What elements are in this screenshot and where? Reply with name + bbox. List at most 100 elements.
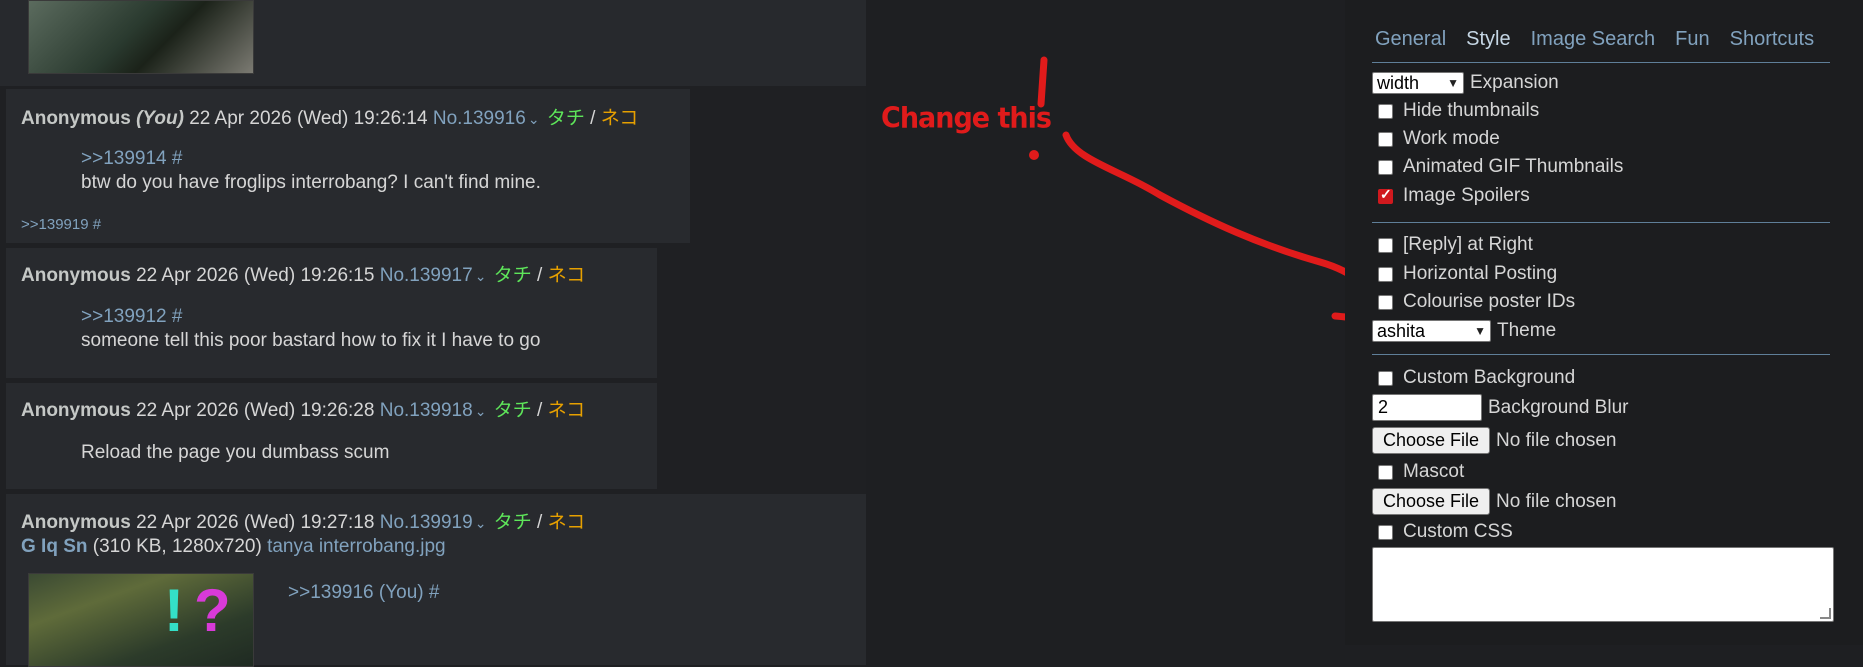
custom-background-row: Custom Background	[1372, 367, 1575, 389]
work-mode-row: Work mode	[1372, 128, 1500, 150]
settings-panel: General Style Image Search Fun Shortcuts…	[1345, 0, 1863, 645]
tachi-link[interactable]: タチ	[547, 108, 585, 129]
hide-thumbnails-checkbox[interactable]	[1378, 103, 1393, 119]
post-datetime: 22 Apr 2026 (Wed) 19:27:18	[136, 512, 375, 533]
mascot-choose-file-button[interactable]: Choose File	[1372, 488, 1491, 515]
post-datetime: 22 Apr 2026 (Wed) 19:26:15	[136, 265, 375, 286]
post-header: Anonymous 22 Apr 2026 (Wed) 19:26:28 No.…	[21, 395, 585, 422]
separator: /	[537, 400, 543, 421]
custom-background-checkbox[interactable]	[1378, 370, 1393, 386]
file-info-line: G Iq Sn (310 KB, 1280x720) tanya interro…	[21, 536, 446, 558]
tachi-link[interactable]: タチ	[494, 400, 532, 421]
poster-name: Anonymous	[21, 512, 131, 533]
neko-link[interactable]: ネコ	[548, 400, 586, 421]
settings-tabs: General Style Image Search Fun Shortcuts	[1375, 28, 1834, 51]
post-number-link[interactable]: No.139916	[433, 108, 526, 129]
divider	[1372, 222, 1830, 223]
horizontal-posting-label: Horizontal Posting	[1403, 263, 1558, 284]
work-mode-checkbox[interactable]	[1378, 131, 1393, 147]
image-spoilers-row: Image Spoilers	[1372, 185, 1530, 207]
neko-link[interactable]: ネコ	[601, 108, 639, 129]
tachi-link[interactable]: タチ	[494, 265, 532, 286]
background-choose-file-button[interactable]: Choose File	[1372, 427, 1491, 454]
mascot-checkbox[interactable]	[1378, 464, 1393, 480]
post-number-link[interactable]: No.139917	[380, 265, 473, 286]
tab-fun[interactable]: Fun	[1675, 28, 1709, 51]
post-menu-chevron-icon[interactable]: ⌄	[475, 515, 487, 531]
background-blur-input[interactable]: 2	[1372, 394, 1482, 421]
tab-shortcuts[interactable]: Shortcuts	[1730, 28, 1814, 51]
tachi-link[interactable]: タチ	[494, 512, 532, 533]
expansion-select[interactable]: width ▼	[1372, 72, 1464, 94]
reply-at-right-checkbox[interactable]	[1378, 237, 1393, 253]
post-number-link[interactable]: No.139919	[380, 512, 473, 533]
file-search-links[interactable]: G Iq Sn	[21, 536, 88, 557]
quote-link[interactable]: >>139914 #	[81, 148, 182, 170]
expansion-select-value: width	[1377, 72, 1420, 93]
exclamation-dot	[1029, 150, 1039, 160]
horizontal-posting-checkbox[interactable]	[1378, 266, 1393, 282]
arrow-to-theme-shaft	[1062, 131, 1392, 322]
divider	[1372, 62, 1830, 63]
theme-label: Theme	[1497, 320, 1557, 341]
theme-select[interactable]: ashita ▼	[1372, 320, 1491, 342]
quote-link[interactable]: >>139916 (You) #	[288, 582, 439, 604]
mascot-no-file-text: No file chosen	[1496, 490, 1617, 512]
neko-link[interactable]: ネコ	[548, 265, 586, 286]
poster-name: Anonymous	[21, 108, 131, 129]
custom-background-label: Custom Background	[1403, 367, 1576, 388]
chevron-down-icon: ▼	[1474, 324, 1486, 338]
post: Anonymous 22 Apr 2026 (Wed) 19:27:18 No.…	[6, 494, 866, 667]
thread: Anonymous (You) 22 Apr 2026 (Wed) 19:26:…	[0, 0, 866, 667]
post-menu-chevron-icon[interactable]: ⌄	[475, 268, 487, 284]
animated-gif-row: Animated GIF Thumbnails	[1372, 156, 1623, 178]
separator: /	[537, 265, 543, 286]
neko-link[interactable]: ネコ	[548, 512, 586, 533]
background-blur-label: Background Blur	[1488, 396, 1629, 418]
animated-gif-checkbox[interactable]	[1378, 159, 1393, 175]
file-info: (310 KB, 1280x720)	[92, 536, 262, 557]
mascot-row: Mascot	[1372, 461, 1464, 483]
post-header: Anonymous 22 Apr 2026 (Wed) 19:26:15 No.…	[21, 260, 585, 287]
post-message: btw do you have froglips interrobang? I …	[81, 172, 541, 193]
post-menu-chevron-icon[interactable]: ⌄	[528, 111, 540, 127]
tab-general[interactable]: General	[1375, 28, 1446, 51]
reply-at-right-row: [Reply] at Right	[1372, 234, 1533, 256]
tab-style[interactable]: Style	[1466, 28, 1510, 51]
background-file-row: Choose File No file chosen	[1372, 427, 1616, 454]
theme-select-value: ashita	[1377, 320, 1426, 341]
post-image-thumbnail[interactable]	[28, 0, 254, 74]
custom-css-textarea[interactable]	[1372, 547, 1834, 622]
image-spoilers-checkbox[interactable]	[1378, 186, 1393, 204]
colourise-ids-row: Colourise poster IDs	[1372, 291, 1575, 313]
reply-at-right-label: [Reply] at Right	[1403, 234, 1533, 255]
colourise-ids-checkbox[interactable]	[1378, 294, 1393, 310]
custom-css-checkbox[interactable]	[1378, 524, 1393, 540]
post-datetime: 22 Apr 2026 (Wed) 19:26:14	[189, 108, 428, 129]
file-name-link[interactable]: tanya interrobang.jpg	[267, 536, 446, 557]
post-menu-chevron-icon[interactable]: ⌄	[475, 403, 487, 419]
post-header: Anonymous (You) 22 Apr 2026 (Wed) 19:26:…	[21, 103, 638, 130]
tab-image-search[interactable]: Image Search	[1531, 28, 1656, 51]
expansion-label: Expansion	[1470, 72, 1559, 93]
custom-css-row: Custom CSS	[1372, 521, 1513, 543]
separator: /	[590, 108, 596, 129]
post-number-link[interactable]: No.139918	[380, 400, 473, 421]
separator: /	[537, 512, 543, 533]
expansion-row: width ▼ Expansion	[1372, 72, 1559, 94]
resize-grip-icon[interactable]	[1820, 608, 1831, 619]
quote-link[interactable]: >>139912 #	[81, 306, 182, 328]
you-marker: (You)	[136, 108, 184, 129]
divider	[1372, 354, 1830, 355]
background-blur-row: 2 Background Blur	[1372, 394, 1628, 421]
backlink[interactable]: >>139919 #	[21, 216, 101, 233]
hide-thumbnails-label: Hide thumbnails	[1403, 100, 1540, 121]
post: Anonymous (You) 22 Apr 2026 (Wed) 19:26:…	[6, 89, 690, 243]
poster-name: Anonymous	[21, 400, 131, 421]
exclamation-stroke	[1037, 56, 1048, 108]
previous-post	[0, 0, 866, 86]
poster-name: Anonymous	[21, 265, 131, 286]
post-image-thumbnail[interactable]: ! ?	[28, 573, 254, 667]
colourise-ids-label: Colourise poster IDs	[1403, 291, 1576, 312]
post-message: someone tell this poor bastard how to fi…	[81, 330, 541, 351]
